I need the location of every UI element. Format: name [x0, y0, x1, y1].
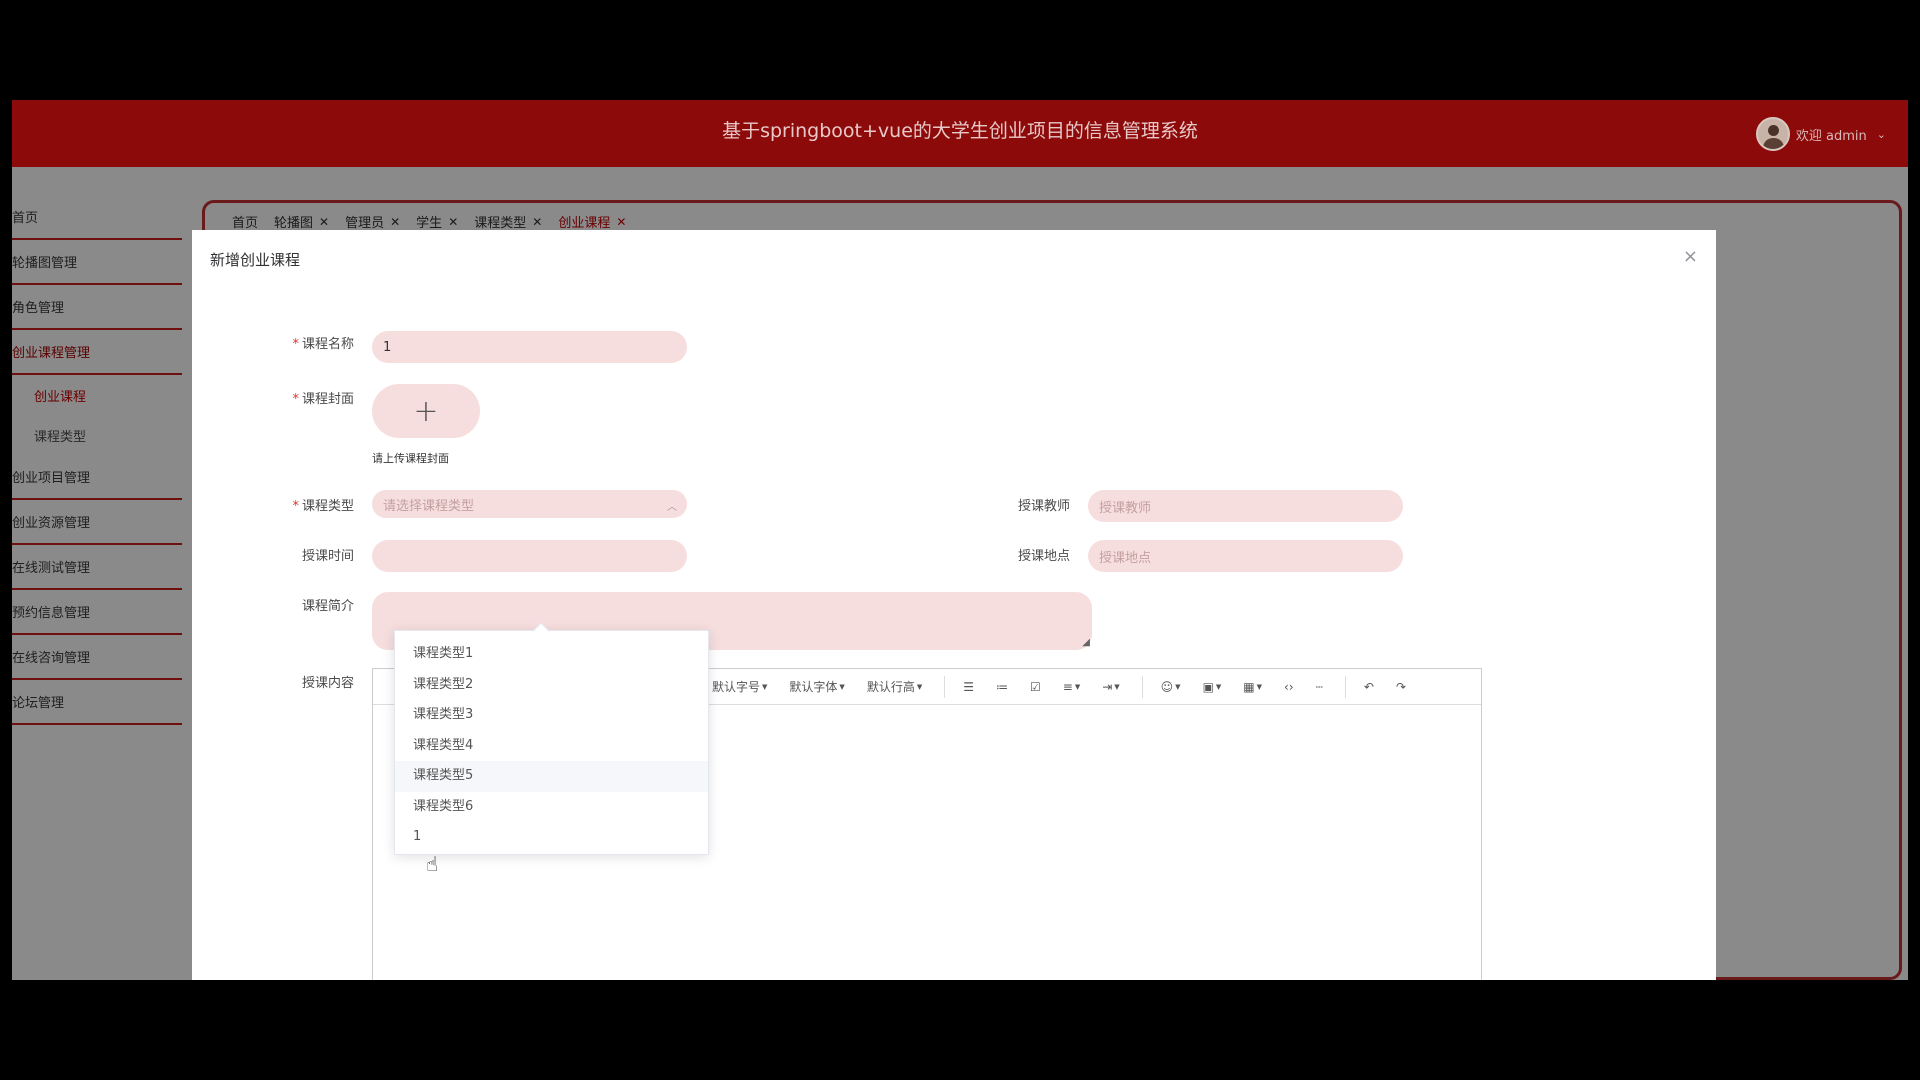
place-label: 授课地点 [1017, 549, 1070, 564]
sidebar-item-courses[interactable]: 创业课程管理 [12, 330, 182, 375]
course-type-label: * 课程类型 [292, 499, 354, 514]
sidebar-item-consult[interactable]: 在线咨询管理 [12, 635, 182, 680]
sidebar: 首页 轮播图管理 角色管理 创业课程管理 创业课程 课程类型 创业项目管理 创业… [12, 195, 182, 725]
toolbar-divider [944, 675, 946, 698]
course-time-label: 授课时间 [301, 549, 354, 564]
toolbar-divider [1344, 675, 1346, 698]
cover-upload-button[interactable]: + [372, 384, 480, 438]
tab-student[interactable]: 学生 ✕ [416, 212, 458, 232]
cover-upload-tip: 请上传课程封面 [372, 452, 449, 465]
course-intro-label: 课程简介 [301, 599, 354, 614]
teacher-input[interactable]: 授课教师 [1088, 490, 1403, 522]
sidebar-item-home[interactable]: 首页 [12, 195, 182, 240]
teacher-label: 授课教师 [1017, 499, 1070, 514]
sidebar-subitem-course[interactable]: 创业课程 [12, 375, 182, 415]
hand-cursor-icon: ☝ [426, 852, 439, 876]
caret-icon: ▼ [1215, 682, 1222, 691]
sidebar-item-resources[interactable]: 创业资源管理 [12, 500, 182, 545]
redo-icon[interactable]: ↷ [1396, 680, 1406, 694]
tab-home[interactable]: 首页 [232, 212, 258, 231]
sidebar-subitem-course-type[interactable]: 课程类型 [12, 415, 182, 455]
close-icon[interactable]: ✕ [616, 215, 626, 229]
course-name-label: * 课程名称 [292, 337, 354, 352]
chevron-down-icon[interactable]: ⌄ [1877, 128, 1886, 141]
tab-course[interactable]: 创业课程 ✕ [558, 212, 626, 232]
course-time-input[interactable] [372, 540, 687, 572]
user-menu[interactable]: 欢迎 admin ⌄ [1755, 117, 1886, 151]
plus-icon: + [413, 393, 439, 429]
caret-icon: ▼ [1175, 682, 1181, 691]
indent-icon[interactable]: ⇥ ▼ [1102, 680, 1119, 694]
add-course-dialog: 新增创业课程 × * 课程名称 1 * 课程封面 + 请上传课程封面 * 课程类型 请… [192, 230, 1716, 980]
emoji-icon[interactable]: ☺ ▼ [1161, 680, 1181, 694]
dropdown-option[interactable]: 课程类型1 [395, 639, 708, 670]
tab-course-type[interactable]: 课程类型 ✕ [474, 212, 542, 232]
dropdown-option[interactable]: 课程类型4 [395, 731, 708, 762]
tab-carousel[interactable]: 轮播图 ✕ [274, 212, 329, 232]
sidebar-item-forum[interactable]: 论坛管理 [12, 680, 182, 725]
undo-icon[interactable]: ↶ [1364, 680, 1374, 694]
dropdown-option[interactable]: 课程类型6 [395, 792, 708, 823]
close-icon[interactable]: ✕ [390, 215, 400, 229]
course-type-select[interactable]: 请选择课程类型 ︿ [372, 490, 687, 518]
caret-icon: ▼ [916, 682, 923, 691]
align-icon[interactable]: ≡ ▼ [1063, 680, 1080, 694]
divider-line-icon[interactable]: ┄ [1316, 680, 1323, 694]
line-height-dropdown[interactable]: 默认行高 ▼ [867, 678, 922, 695]
system-title: 基于springboot+vue的大学生创业项目的信息管理系统 [722, 120, 1198, 142]
font-size-dropdown[interactable]: 默认字号 ▼ [712, 678, 767, 695]
welcome-text: 欢迎 admin [1795, 128, 1867, 144]
course-content-label: 授课内容 [301, 676, 354, 691]
caret-icon: ▼ [1074, 682, 1081, 691]
sidebar-item-projects[interactable]: 创业项目管理 [12, 455, 182, 500]
tab-bar: 首页 轮播图 ✕ 管理员 ✕ 学生 ✕ 课程类型 ✕ 创业课程 ✕ [232, 212, 642, 232]
sidebar-item-tests[interactable]: 在线测试管理 [12, 545, 182, 590]
dialog-title: 新增创业课程 [210, 251, 301, 269]
sidebar-item-appointments[interactable]: 预约信息管理 [12, 590, 182, 635]
resize-handle-icon[interactable]: ◢ [1082, 637, 1090, 648]
top-header: 基于springboot+vue的大学生创业项目的信息管理系统 欢迎 admin… [12, 100, 1908, 167]
toolbar-divider [1141, 675, 1143, 698]
place-input[interactable]: 授课地点 [1088, 540, 1403, 572]
dropdown-option[interactable]: 1 [395, 822, 708, 853]
image-icon[interactable]: ▣ ▼ [1203, 680, 1222, 694]
course-type-dropdown: 课程类型1 课程类型2 课程类型3 课程类型4 课程类型5 课程类型6 1 [394, 622, 709, 855]
dropdown-option[interactable]: 课程类型3 [395, 700, 708, 731]
caret-icon: ▼ [762, 682, 768, 691]
close-icon[interactable]: ✕ [532, 215, 542, 229]
table-icon[interactable]: ▦ ▼ [1243, 680, 1262, 694]
bullet-list-icon[interactable]: ☰ [963, 680, 974, 694]
font-family-dropdown[interactable]: 默认字体 ▼ [789, 678, 844, 695]
caret-icon: ▼ [1114, 682, 1120, 691]
dropdown-option[interactable]: 课程类型2 [395, 670, 708, 701]
sidebar-item-roles[interactable]: 角色管理 [12, 285, 182, 330]
course-cover-label: * 课程封面 [292, 392, 354, 407]
app-window: 基于springboot+vue的大学生创业项目的信息管理系统 欢迎 admin… [12, 100, 1908, 980]
course-name-input[interactable]: 1 [372, 331, 687, 363]
caret-icon: ▼ [1256, 682, 1263, 691]
avatar[interactable] [1755, 117, 1790, 151]
close-icon[interactable]: × [1683, 246, 1698, 267]
close-icon[interactable]: ✕ [319, 215, 329, 229]
chevron-up-icon: ︿ [667, 502, 677, 513]
code-icon[interactable]: ‹› [1284, 680, 1294, 694]
numbered-list-icon[interactable]: ≔ [996, 680, 1008, 694]
todo-checkbox-icon[interactable]: ☑ [1030, 680, 1041, 694]
close-icon[interactable]: ✕ [448, 215, 458, 229]
dropdown-option[interactable]: 课程类型5 [395, 761, 708, 792]
tab-admin[interactable]: 管理员 ✕ [345, 212, 400, 232]
caret-icon: ▼ [839, 682, 845, 691]
sidebar-item-carousel[interactable]: 轮播图管理 [12, 240, 182, 285]
